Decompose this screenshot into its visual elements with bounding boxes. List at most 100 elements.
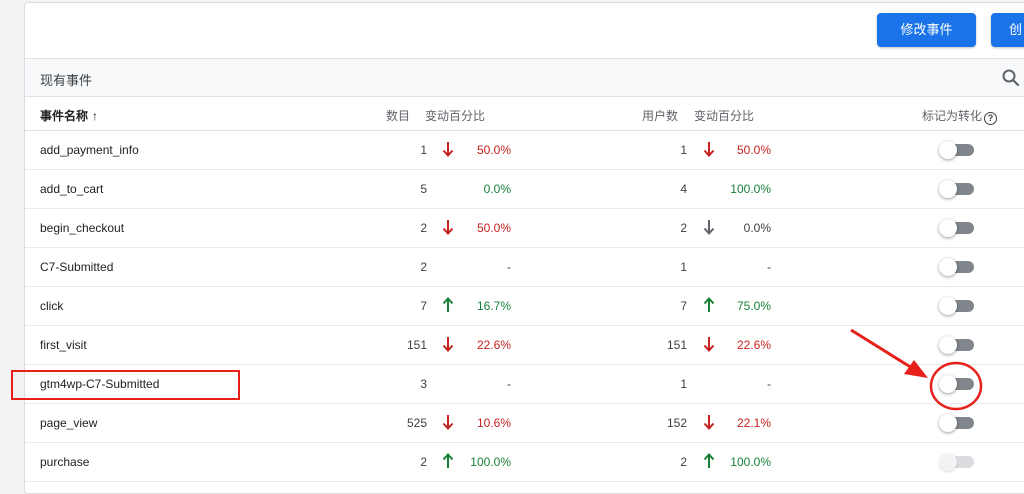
event-name[interactable]: click [40, 299, 63, 313]
arrow-up-icon [702, 452, 716, 470]
conversion-toggle[interactable] [939, 414, 975, 432]
conversion-toggle[interactable] [939, 141, 975, 159]
arrow-down-icon [441, 218, 455, 236]
count-change-percent: - [507, 260, 511, 274]
users-change-percent: 0.0% [743, 221, 771, 235]
toggle-thumb [939, 180, 957, 198]
event-name[interactable]: gtm4wp-C7-Submitted [40, 377, 159, 391]
column-header-users[interactable]: 用户数 [642, 107, 678, 124]
help-circle-icon[interactable]: ? [984, 112, 998, 125]
table-row: add_payment_info 1 50.0% 1 50.0% [25, 131, 1024, 170]
sort-arrow-up-icon[interactable]: ↑ [92, 109, 98, 123]
event-count: 151 [406, 338, 427, 352]
arrow-up-icon [441, 296, 455, 314]
column-header-count-change[interactable]: 变动百分比 [425, 107, 485, 124]
event-name[interactable]: purchase [40, 455, 89, 469]
search-icon[interactable] [1001, 68, 1021, 88]
event-count: 3 [420, 377, 427, 391]
users-change-percent: 100.0% [730, 455, 771, 469]
toggle-thumb [939, 219, 957, 237]
count-change-percent: 50.0% [476, 143, 511, 157]
table-row: begin_checkout 2 50.0% 2 0.0% [25, 209, 1024, 248]
conversion-toggle[interactable] [939, 297, 975, 315]
user-count: 1 [680, 143, 687, 157]
column-header-name-label: 事件名称 [40, 109, 89, 123]
arrow-down-icon [702, 335, 716, 353]
toggle-thumb [939, 141, 957, 159]
toggle-thumb [939, 453, 957, 471]
event-name[interactable]: begin_checkout [40, 221, 124, 235]
user-count: 2 [680, 221, 687, 235]
arrow-down-icon [702, 140, 716, 158]
conversion-toggle[interactable] [939, 258, 975, 276]
count-change-percent: 22.6% [476, 338, 511, 352]
count-change-percent: 50.0% [476, 221, 511, 235]
event-name[interactable]: add_to_cart [40, 182, 103, 196]
count-change-percent: 10.6% [476, 416, 511, 430]
table-row: click 7 16.7% 7 75.0% [25, 287, 1024, 326]
column-header-conversion-label: 标记为转化 [922, 109, 983, 123]
event-count: 2 [420, 260, 427, 274]
users-change-percent: - [767, 377, 771, 391]
users-change-percent: 100.0% [730, 182, 771, 196]
create-event-button[interactable]: 创 [991, 13, 1024, 47]
section-title: 现有事件 [40, 73, 93, 88]
event-name[interactable]: page_view [40, 416, 97, 430]
user-count: 1 [680, 377, 687, 391]
event-count: 7 [420, 299, 427, 313]
event-count: 1 [420, 143, 427, 157]
conversion-toggle[interactable] [939, 453, 975, 471]
toggle-thumb [939, 414, 957, 432]
user-count: 152 [666, 416, 687, 430]
count-change-percent: 0.0% [483, 182, 511, 196]
arrow-down-icon [702, 413, 716, 431]
arrow-up-icon [441, 452, 455, 470]
arrow-down-icon [702, 218, 716, 236]
edit-events-button[interactable]: 修改事件 [877, 13, 976, 47]
conversion-toggle[interactable] [939, 219, 975, 237]
event-name[interactable]: C7-Submitted [40, 260, 113, 274]
users-change-percent: 75.0% [736, 299, 771, 313]
column-header-conversion: 标记为转化? [922, 107, 998, 125]
event-name[interactable]: first_visit [40, 338, 87, 352]
user-count: 7 [680, 299, 687, 313]
event-count: 5 [420, 182, 427, 196]
toggle-thumb [939, 336, 957, 354]
conversion-toggle[interactable] [939, 375, 975, 393]
events-card: 修改事件 创 现有事件 事件名称 ↑ 数目 变动百分比 用户数 变动百分比 标记为… [24, 2, 1024, 494]
column-header-count[interactable]: 数目 [386, 107, 410, 124]
users-change-percent: 22.6% [736, 338, 771, 352]
table-header: 事件名称 ↑ 数目 变动百分比 用户数 变动百分比 标记为转化? [25, 97, 1024, 131]
existing-events-header: 现有事件 [25, 59, 1024, 97]
users-change-percent: 50.0% [736, 143, 771, 157]
event-name[interactable]: add_payment_info [40, 143, 139, 157]
toggle-thumb [939, 297, 957, 315]
users-change-percent: - [767, 260, 771, 274]
toggle-thumb [939, 375, 957, 393]
conversion-toggle[interactable] [939, 336, 975, 354]
toolbar: 修改事件 创 [25, 3, 1024, 59]
user-count: 1 [680, 260, 687, 274]
arrow-down-icon [441, 335, 455, 353]
table-row: first_visit 151 22.6% 151 22.6% [25, 326, 1024, 365]
arrow-down-icon [441, 140, 455, 158]
count-change-percent: 16.7% [476, 299, 511, 313]
column-header-users-change[interactable]: 变动百分比 [694, 107, 754, 124]
table-row: page_view 525 10.6% 152 22.1% [25, 404, 1024, 443]
user-count: 2 [680, 455, 687, 469]
user-count: 4 [680, 182, 687, 196]
count-change-percent: 100.0% [470, 455, 511, 469]
toggle-thumb [939, 258, 957, 276]
arrow-up-icon [702, 296, 716, 314]
arrow-down-icon [441, 413, 455, 431]
conversion-toggle[interactable] [939, 180, 975, 198]
table-row: add_to_cart 5 0.0% 4 100.0% [25, 170, 1024, 209]
event-count: 525 [406, 416, 427, 430]
event-count: 2 [420, 455, 427, 469]
count-change-percent: - [507, 377, 511, 391]
table-row: purchase 2 100.0% 2 100.0% [25, 443, 1024, 482]
event-count: 2 [420, 221, 427, 235]
table-row: C7-Submitted 2 - 1 - [25, 248, 1024, 287]
user-count: 151 [666, 338, 687, 352]
column-header-name[interactable]: 事件名称 ↑ [40, 107, 98, 124]
